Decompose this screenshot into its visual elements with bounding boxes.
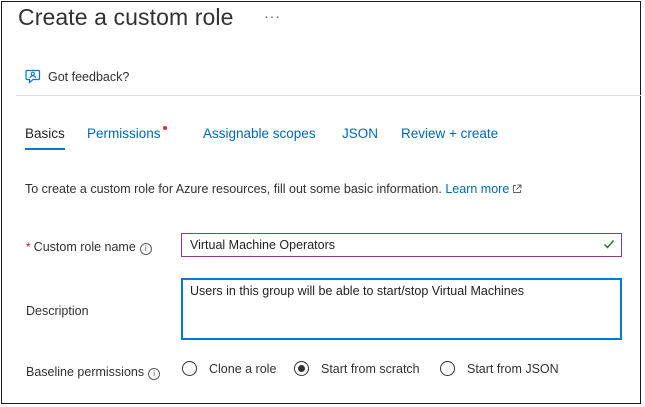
baseline-radio-group: Clone a role Start from scratch Start fr… — [182, 361, 612, 381]
feedback-button[interactable]: Got feedback? — [24, 68, 129, 86]
feedback-label: Got feedback? — [48, 70, 130, 84]
tab-basics[interactable]: Basics — [25, 126, 65, 150]
description-textarea[interactable]: Users in this group will be able to star… — [181, 278, 622, 340]
learn-more-link[interactable]: Learn more — [445, 182, 522, 196]
role-name-value: Virtual Machine Operators — [190, 238, 335, 252]
required-indicator-dot — [163, 126, 167, 130]
learn-more-label: Learn more — [445, 182, 510, 196]
info-icon[interactable]: i — [139, 243, 152, 255]
required-asterisk: * — [26, 240, 31, 254]
page-title: Create a custom role — [18, 4, 234, 30]
baseline-permissions-label-text: Baseline permissions — [26, 365, 145, 379]
description-value: Users in this group will be able to star… — [190, 284, 524, 298]
radio-start-from-json[interactable]: Start from JSON — [440, 361, 559, 376]
tab-permissions-label: Permissions — [87, 126, 161, 141]
tab-assignable-scopes[interactable]: Assignable scopes — [203, 126, 316, 141]
blade-panel: Create a custom role ··· Got feedback? B… — [1, 1, 642, 404]
role-name-label-text: Custom role name — [33, 240, 136, 254]
radio-start-from-json-label: Start from JSON — [467, 361, 559, 376]
role-name-label: * Custom role name i — [26, 240, 152, 255]
role-name-input[interactable]: Virtual Machine Operators — [181, 233, 622, 257]
external-link-icon — [513, 184, 522, 193]
radio-circle-icon — [440, 361, 455, 376]
radio-clone-a-role-label: Clone a role — [209, 361, 277, 376]
tab-permissions[interactable]: Permissions — [87, 126, 161, 141]
radio-selected-icon — [294, 361, 309, 376]
header-divider — [16, 95, 642, 96]
more-options-icon[interactable]: ··· — [264, 8, 281, 24]
info-icon[interactable]: i — [148, 368, 161, 380]
valid-check-icon — [604, 240, 615, 249]
intro-description: To create a custom role for Azure resour… — [25, 182, 442, 196]
tab-review-create[interactable]: Review + create — [401, 126, 498, 141]
tab-json[interactable]: JSON — [342, 126, 378, 141]
radio-clone-a-role[interactable]: Clone a role — [182, 361, 276, 376]
radio-start-from-scratch-label: Start from scratch — [321, 361, 420, 376]
baseline-permissions-label: Baseline permissions i — [26, 365, 161, 380]
intro-text: To create a custom role for Azure resour… — [25, 182, 522, 196]
radio-circle-icon — [182, 361, 197, 376]
feedback-icon — [25, 69, 41, 84]
description-label: Description — [26, 304, 89, 318]
radio-start-from-scratch[interactable]: Start from scratch — [294, 361, 420, 376]
